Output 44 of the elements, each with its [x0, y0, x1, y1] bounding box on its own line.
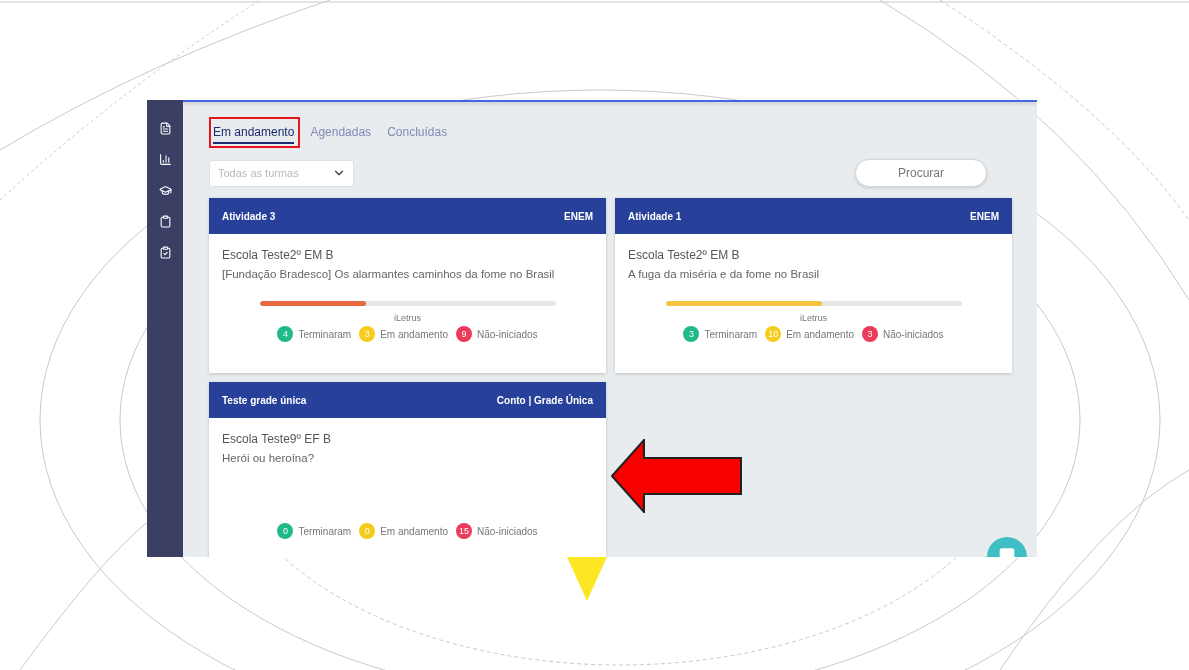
clipboard-icon[interactable]	[158, 215, 172, 228]
activity-card[interactable]: Atividade 1 ENEM Escola Teste2º EM B A fuga da miséria e da fome no Brasil iLetrus 3 Terminaram 10 Em andamento 3 Não-iniciados	[615, 198, 1012, 373]
clipboard-check-icon[interactable]	[158, 246, 172, 259]
count-badge: 4	[277, 326, 294, 342]
activity-theme: A fuga da miséria e da fome no Brasil	[628, 268, 821, 280]
activity-title: Atividade 3	[222, 210, 276, 222]
search-button[interactable]: Procurar	[855, 159, 987, 187]
school-class: Escola Teste2º EM B	[222, 248, 335, 262]
activity-tag: ENEM	[564, 210, 593, 222]
count-badge: 15	[456, 523, 472, 539]
status-label: Em andamento	[380, 328, 448, 340]
count-badge: 10	[765, 326, 782, 342]
class-dropdown[interactable]: Todas as turmas	[209, 159, 354, 187]
count-badge: 3	[359, 326, 376, 342]
count-badge: 3	[683, 326, 700, 342]
status-label: Não-iniciados	[477, 525, 538, 537]
activity-card[interactable]: Atividade 3 ENEM Escola Teste2º EM B [Fundação Bradesco] Os alarmantes caminhos da fome no Brasil iLetrus 4 Terminaram 3 Em andamento 9 Não-iniciados	[209, 198, 606, 373]
count-badge: 0	[277, 523, 294, 539]
count-badge: 9	[456, 326, 472, 342]
activity-title: Atividade 1	[628, 210, 682, 222]
chart-icon[interactable]	[158, 153, 172, 166]
activity-title: Teste grade única	[222, 394, 307, 406]
school-class: Escola Teste2º EM B	[628, 248, 741, 262]
activity-tag: ENEM	[970, 210, 999, 222]
status-label: Terminaram	[298, 525, 352, 537]
activity-tag: Conto | Grade Única	[496, 394, 593, 406]
status-label: Em andamento	[380, 525, 448, 537]
down-triangle-drawing	[567, 557, 607, 601]
status-label: Não-iniciados	[883, 328, 944, 340]
activity-card[interactable]: Teste grade única Conto | Grade Única Escola Teste9º EF B Herói ou heroína? 0 Terminaram 0 Em andamento 15 Não-iniciados	[209, 382, 606, 557]
status-label: Não-iniciados	[477, 328, 538, 340]
tab[interactable]: Em andamento	[213, 125, 295, 144]
school-class: Escola Teste9º EF B	[222, 432, 332, 446]
count-badge: 0	[359, 523, 376, 539]
progress-label: iLetrus	[394, 313, 421, 323]
status-label: Terminaram	[298, 328, 352, 340]
progress-label: iLetrus	[800, 313, 827, 323]
graduation-cap-icon[interactable]	[158, 184, 172, 197]
status-label: Terminaram	[704, 328, 758, 340]
count-badge: 3	[862, 326, 878, 342]
activity-theme: Herói ou heroína?	[222, 452, 316, 464]
activity-theme: [Fundação Bradesco] Os alarmantes caminhos da fome no Brasil	[222, 268, 556, 280]
document-icon[interactable]	[158, 122, 172, 135]
status-label: Em andamento	[786, 328, 854, 340]
